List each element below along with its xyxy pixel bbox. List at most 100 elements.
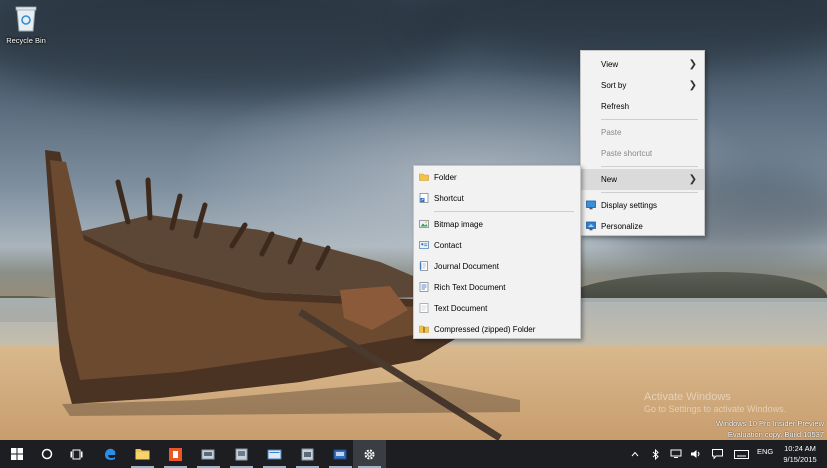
rich-text-icon (419, 282, 429, 292)
task-view-button[interactable] (60, 440, 93, 468)
text-document-icon (419, 303, 429, 313)
bluetooth-icon (652, 448, 659, 460)
menu-item-paste: Paste (581, 122, 704, 143)
menu-item-label: Shortcut (434, 194, 464, 203)
folder-icon (419, 173, 429, 181)
search-icon (41, 448, 52, 460)
menu-item-new[interactable]: New ❯ (581, 169, 704, 190)
activation-watermark: Activate Windows Go to Settings to activ… (644, 391, 786, 414)
watermark-title: Activate Windows (644, 391, 731, 403)
menu-item-label: Journal Document (434, 262, 499, 271)
clock-time: 10:24 AM (784, 444, 816, 453)
build-line-edition: Windows 10 Pro Insider Preview (716, 419, 824, 428)
volume-icon (691, 450, 700, 458)
new-item-contact[interactable]: Contact (414, 235, 580, 256)
bluetooth-tray[interactable] (648, 440, 662, 468)
menu-item-label: Paste shortcut (601, 149, 653, 158)
menu-separator (601, 119, 698, 120)
personalize-icon (586, 221, 596, 231)
search-button[interactable] (30, 440, 63, 468)
menu-item-sort-by[interactable]: Sort by ❯ (581, 75, 704, 96)
input-language[interactable]: ENG (757, 447, 773, 456)
taskbar-office[interactable] (159, 440, 192, 468)
taskbar-app-1[interactable] (192, 440, 225, 468)
chevron-right-icon: ❯ (688, 174, 697, 185)
taskbar-file-explorer[interactable] (126, 440, 159, 468)
show-hidden-icons-button[interactable] (628, 440, 642, 468)
menu-item-label: New (601, 175, 618, 184)
desktop-context-menu: View ❯ Sort by ❯ Refresh Paste Paste sho… (580, 50, 705, 236)
menu-item-label: View (601, 60, 619, 69)
app-icon (301, 448, 314, 460)
taskbar (0, 440, 827, 468)
clock-date: 9/15/2015 (783, 455, 817, 464)
action-center-tray[interactable] (709, 440, 725, 468)
menu-item-label: Rich Text Document (434, 283, 506, 292)
menu-item-display-settings[interactable]: Display settings (581, 195, 704, 216)
zip-folder-icon (419, 325, 429, 333)
bitmap-icon (419, 220, 429, 228)
menu-item-personalize[interactable]: Personalize (581, 216, 704, 237)
network-icon (670, 449, 682, 458)
app-icon (235, 448, 248, 460)
new-item-folder[interactable]: Folder (414, 167, 580, 188)
taskbar-edge[interactable] (93, 440, 126, 468)
start-button[interactable] (0, 440, 33, 468)
menu-item-label: Compressed (zipped) Folder (434, 325, 536, 334)
taskbar-app-4[interactable] (291, 440, 324, 468)
office-icon (169, 447, 182, 461)
menu-item-label: Refresh (601, 102, 630, 111)
menu-item-label: Sort by (601, 81, 627, 90)
task-view-icon (70, 449, 83, 459)
volume-tray[interactable] (688, 440, 704, 468)
system-clock[interactable]: 10:24 AM 9/15/2015 (779, 443, 821, 465)
taskbar-app-2[interactable] (225, 440, 258, 468)
new-item-shortcut[interactable]: Shortcut (414, 188, 580, 209)
shortcut-icon (419, 193, 429, 203)
menu-item-label: Contact (434, 241, 462, 250)
windows-logo-icon (10, 448, 23, 460)
display-settings-icon (586, 200, 596, 210)
build-info: Windows 10 Pro Insider Preview Evaluatio… (716, 418, 824, 440)
menu-item-label: Personalize (601, 222, 643, 231)
touch-keyboard-tray[interactable] (731, 440, 751, 468)
menu-separator (601, 166, 698, 167)
chevron-up-icon (631, 451, 639, 457)
menu-separator (434, 211, 574, 212)
app-icon (267, 449, 282, 459)
app-icon (201, 449, 215, 459)
taskbar-settings[interactable] (353, 440, 386, 468)
menu-item-label: Paste (601, 128, 622, 137)
edge-icon (104, 448, 115, 460)
menu-item-paste-shortcut: Paste shortcut (581, 143, 704, 164)
new-submenu: Folder Shortcut Bitmap image Contact Jou… (413, 165, 581, 339)
network-tray[interactable] (668, 440, 684, 468)
new-item-journal[interactable]: Journal Document (414, 256, 580, 277)
menu-item-view[interactable]: View ❯ (581, 54, 704, 75)
app-icon (333, 449, 347, 459)
new-item-text-document[interactable]: Text Document (414, 298, 580, 319)
menu-separator (601, 192, 698, 193)
new-item-zip-folder[interactable]: Compressed (zipped) Folder (414, 319, 580, 340)
recycle-bin[interactable]: Recycle Bin (4, 4, 48, 45)
chevron-right-icon: ❯ (688, 80, 697, 91)
build-line-number: Evaluation copy. Build 10537 (727, 430, 824, 439)
file-explorer-icon (135, 449, 150, 460)
notifications-icon (711, 449, 723, 459)
menu-item-refresh[interactable]: Refresh (581, 96, 704, 117)
recycle-bin-icon (15, 6, 37, 32)
keyboard-icon (733, 449, 749, 459)
new-item-bitmap[interactable]: Bitmap image (414, 214, 580, 235)
menu-item-label: Text Document (434, 304, 488, 313)
new-item-rich-text[interactable]: Rich Text Document (414, 277, 580, 298)
menu-item-label: Display settings (601, 201, 658, 210)
contact-icon (419, 241, 429, 249)
taskbar-app-3[interactable] (258, 440, 291, 468)
menu-item-label: Bitmap image (434, 220, 483, 229)
menu-item-label: Folder (434, 173, 457, 182)
settings-icon (364, 449, 375, 459)
journal-icon (419, 261, 428, 271)
watermark-subtitle: Go to Settings to activate Windows. (644, 404, 787, 414)
recycle-bin-label: Recycle Bin (6, 36, 46, 45)
chevron-right-icon: ❯ (688, 59, 697, 70)
